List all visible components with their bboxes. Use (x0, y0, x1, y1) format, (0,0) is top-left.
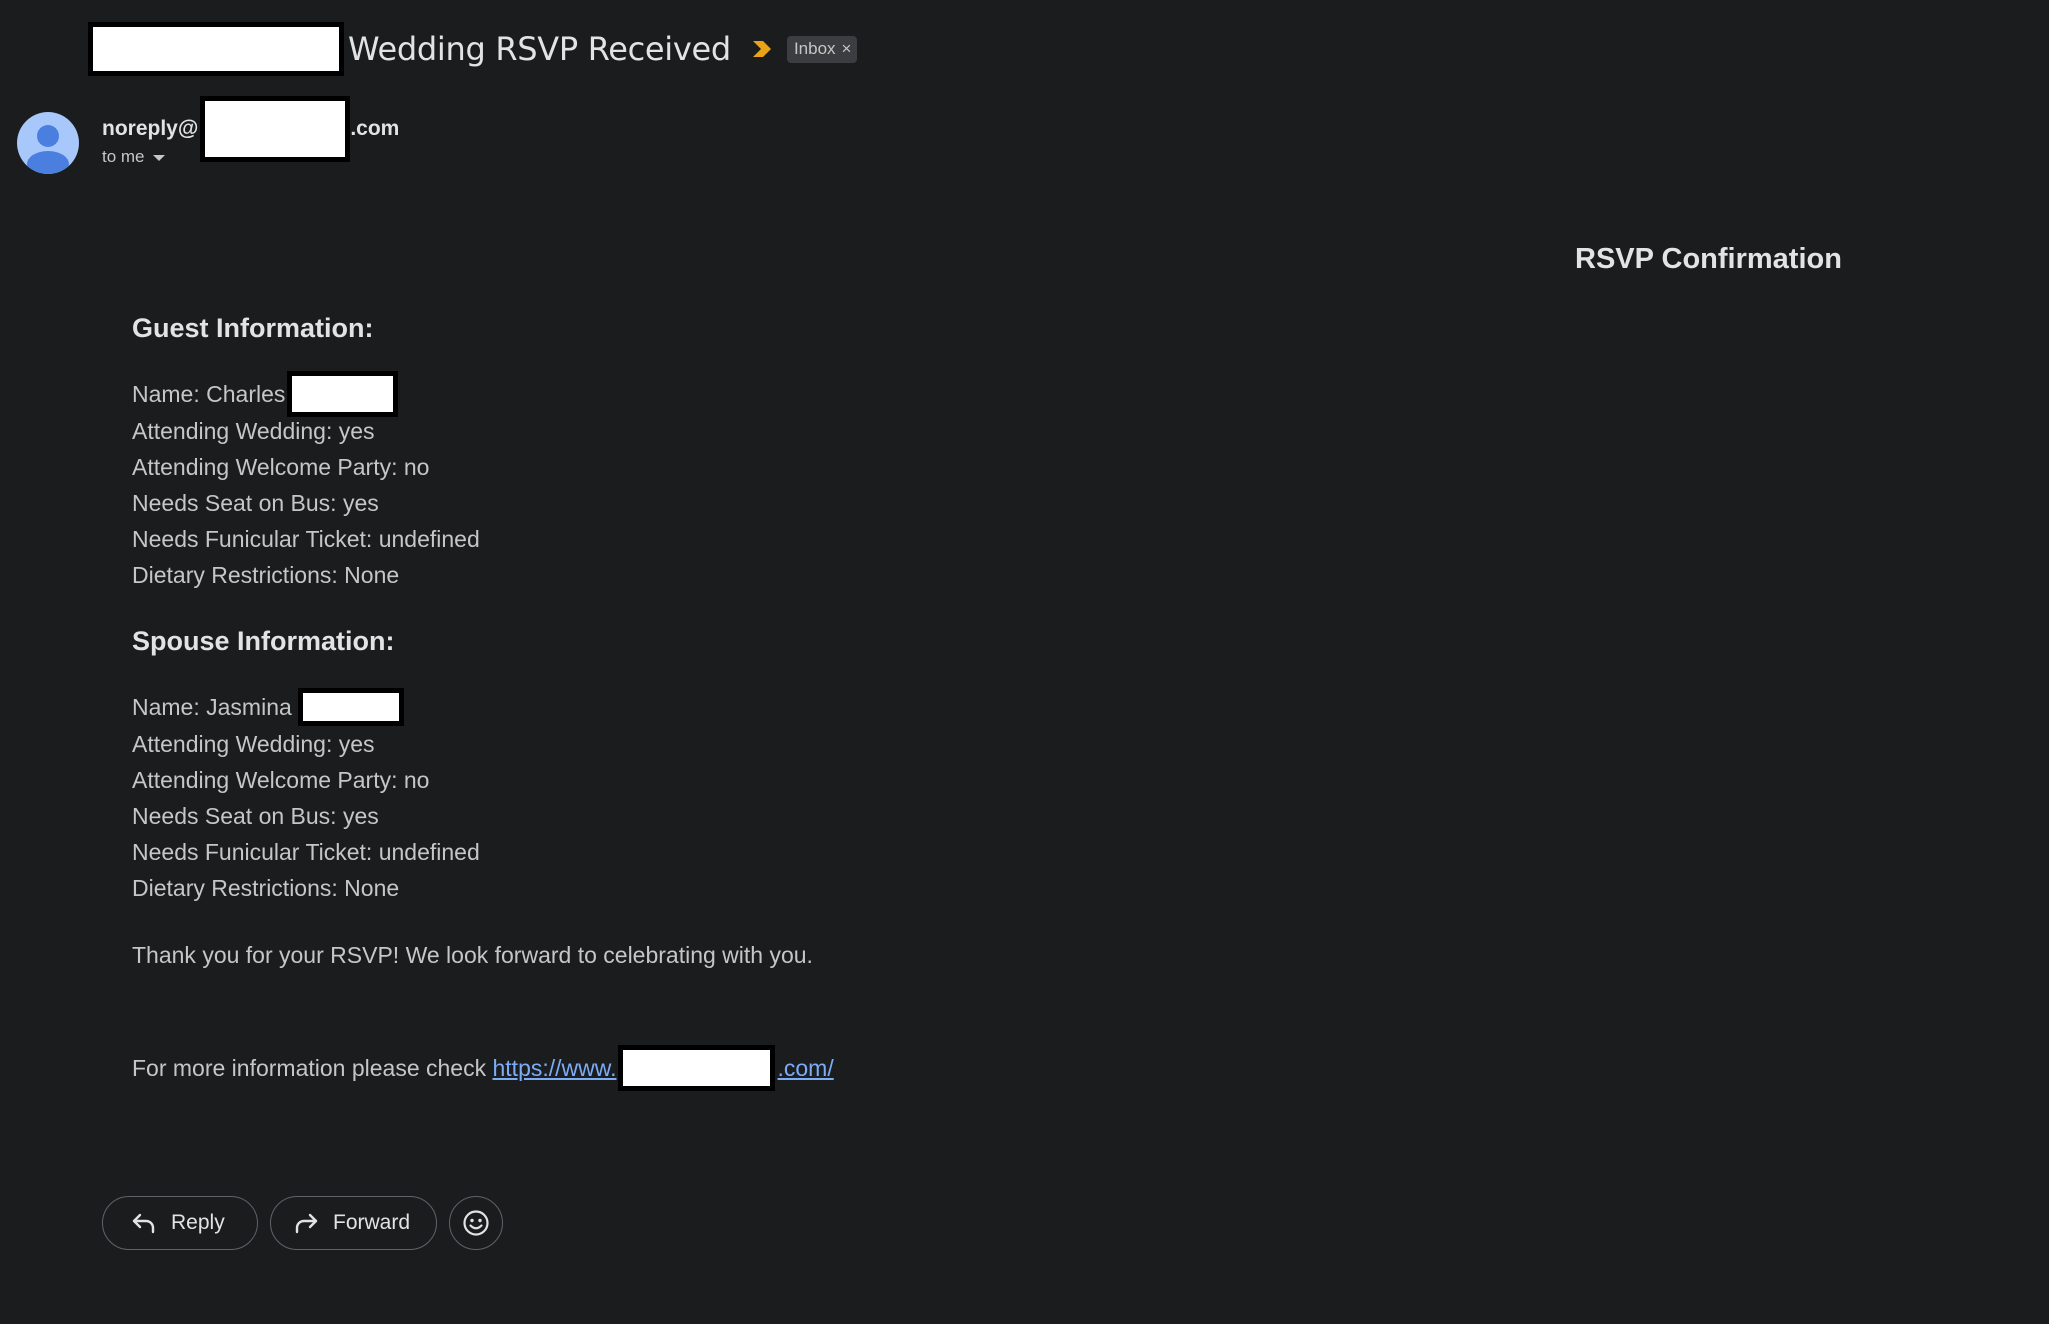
recipient-details-toggle[interactable]: to me (102, 147, 165, 167)
guest-name: Name: Charles (132, 380, 286, 407)
more-info-line: For more information please check https:… (132, 1045, 834, 1091)
email-view: Wedding RSVP Received Inbox × noreply@ .… (0, 0, 2049, 1324)
redaction-box (287, 371, 399, 417)
smiley-icon (463, 1210, 489, 1236)
person-icon (27, 125, 69, 174)
spouse-name: Name: Jasmina (132, 693, 292, 720)
guest-name-line: Name: Charles (132, 371, 399, 417)
guest-dietary-restrictions: Dietary Restrictions: None (132, 561, 400, 588)
chevron-down-icon (152, 155, 165, 161)
spouse-name-line: Name: Jasmina (132, 688, 404, 726)
subject-row: Wedding RSVP Received Inbox × (88, 22, 858, 76)
sender-avatar[interactable] (17, 112, 79, 174)
forward-icon (295, 1213, 318, 1234)
spouse-heading: Spouse Information: (132, 626, 395, 656)
recipient-text: to me (102, 147, 145, 166)
rsvp-title: RSVP Confirmation (1575, 243, 1842, 275)
importance-marker-icon[interactable] (751, 39, 773, 59)
email-subject: Wedding RSVP Received (348, 30, 731, 68)
spouse-dietary-restrictions: Dietary Restrictions: None (132, 874, 400, 901)
emoji-reaction-button[interactable] (449, 1196, 503, 1250)
sender-address-prefix: noreply@ (102, 117, 199, 140)
redaction-box (200, 96, 351, 162)
spouse-attending-wedding: Attending Wedding: yes (132, 730, 375, 757)
redaction-box (88, 22, 344, 76)
guest-attending-welcome-party: Attending Welcome Party: no (132, 453, 430, 480)
forward-label: Forward (333, 1211, 411, 1234)
reply-button[interactable]: Reply (102, 1196, 258, 1250)
website-link-suffix[interactable]: .com/ (777, 1055, 833, 1082)
thank-you-message: Thank you for your RSVP! We look forward… (132, 941, 813, 968)
reply-label: Reply (171, 1211, 225, 1234)
forward-button[interactable]: Forward (270, 1196, 437, 1250)
reply-icon (132, 1213, 155, 1234)
guest-attending-wedding: Attending Wedding: yes (132, 417, 375, 444)
guest-needs-funicular-ticket: Needs Funicular Ticket: undefined (132, 525, 480, 552)
remove-label-icon[interactable]: × (842, 40, 852, 57)
spouse-needs-funicular-ticket: Needs Funicular Ticket: undefined (132, 838, 480, 865)
spouse-needs-seat-on-bus: Needs Seat on Bus: yes (132, 802, 379, 829)
website-link-prefix[interactable]: https://www. (493, 1055, 617, 1082)
inbox-label-text: Inbox (793, 38, 836, 58)
guest-heading: Guest Information: (132, 313, 374, 343)
inbox-label-chip[interactable]: Inbox × (786, 35, 858, 63)
guest-needs-seat-on-bus: Needs Seat on Bus: yes (132, 489, 379, 516)
redaction-box (297, 688, 404, 726)
spouse-attending-welcome-party: Attending Welcome Party: no (132, 766, 430, 793)
sender-address-suffix: .com (350, 117, 400, 140)
redaction-box (618, 1045, 776, 1091)
more-info-text: For more information please check (132, 1054, 493, 1081)
